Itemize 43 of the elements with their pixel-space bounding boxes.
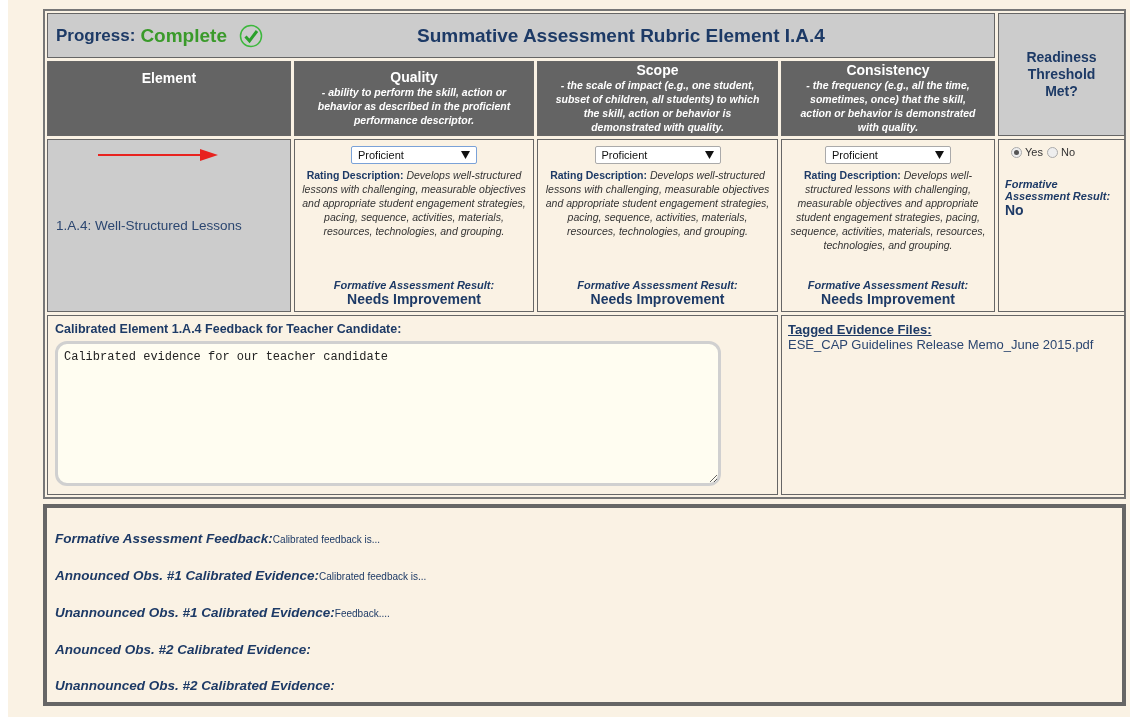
column-description: - the scale of impact (e.g., one student, subset of children, all students) to which the skill, action or behavior is demonstrated with quality. bbox=[554, 78, 761, 134]
radio-button[interactable] bbox=[1046, 146, 1058, 158]
column-description: - the frequency (e.g., all the time, sometimes, once) that the skill, action or behavior is demonstrated with quality. bbox=[799, 78, 977, 134]
caret-icon bbox=[461, 151, 470, 159]
check-icon bbox=[238, 23, 263, 48]
result-value: No bbox=[1005, 202, 1025, 218]
element-name: 1.A.4: Well-Structured Lessons bbox=[56, 218, 242, 233]
column-name: Scope bbox=[635, 63, 680, 78]
progress-status: Complete bbox=[140, 24, 227, 47]
feedback-field[interactable]: Calibrated evidence for our teacher candidate bbox=[55, 341, 721, 486]
summary-line: Anounced Obs. #2 Calibrated Evidence: bbox=[55, 641, 312, 658]
column-name: Consistency bbox=[845, 63, 931, 78]
column-description: - ability to perform the skill, action or behavior as described in the proficient performance descriptor. bbox=[316, 85, 512, 127]
feedback-label: Calibrated Element 1.A.4 Feedback for Teacher Candidate: bbox=[55, 322, 403, 336]
rating-description: Rating Description: Develops well-structured lessons with challenging, measurable objectives and appropriate student engagement strategies, pacing, sequence, activities, materials, resources, technologies, and grouping. bbox=[789, 168, 987, 253]
progress-label: Progress: bbox=[56, 25, 136, 46]
result-label: Formative Assessment Result: bbox=[577, 279, 738, 291]
summary-line: Formative Assessment Feedback:Calibrated feedback is... bbox=[55, 530, 382, 548]
evidence-heading[interactable]: Tagged Evidence Files: bbox=[788, 322, 1118, 337]
column-name: Quality bbox=[389, 70, 439, 85]
caret-icon bbox=[935, 151, 944, 159]
summary-line: Announced Obs. #1 Calibrated Evidence:Calibrated feedback is... bbox=[55, 567, 428, 585]
radio-option[interactable]: No bbox=[1046, 146, 1075, 158]
result-label: Formative Assessment Result: bbox=[1005, 178, 1112, 202]
rating-dropdown[interactable]: Proficient bbox=[825, 146, 951, 164]
result-value: Needs Improvement bbox=[347, 291, 481, 307]
caret-icon bbox=[704, 151, 714, 159]
summary-line: Unannounced Obs. #2 Calibrated Evidence: bbox=[55, 677, 336, 694]
result-value: Needs Improvement bbox=[821, 291, 955, 307]
rating-dropdown[interactable]: Proficient bbox=[594, 146, 721, 164]
summary-line: Unannounced Obs. #1 Calibrated Evidence:Feedback.... bbox=[55, 604, 391, 622]
radio-option[interactable]: Yes bbox=[1011, 146, 1043, 158]
rubric-title: Summative Assessment Rubric Element I.A.4 bbox=[416, 24, 825, 47]
result-label: Formative Assessment Result: bbox=[807, 279, 969, 291]
evidence-file[interactable]: ESE_CAP Guidelines Release Memo_June 2015.pdf bbox=[788, 337, 1118, 352]
readiness-heading: Readiness Threshold Met? bbox=[998, 13, 1125, 136]
rating-description: Rating Description: Develops well-structured lessons with challenging, measurable objectives and appropriate student engagement strategies, pacing, sequence, activities, materials, resources, technologies, and grouping. bbox=[544, 168, 771, 239]
radio-button[interactable] bbox=[1011, 146, 1022, 158]
result-value: Needs Improvement bbox=[590, 291, 725, 307]
column-name: Element bbox=[141, 70, 197, 86]
rating-dropdown[interactable]: Proficient bbox=[351, 146, 477, 164]
result-label: Formative Assessment Result: bbox=[333, 279, 495, 291]
rating-description: Rating Description: Develops well-structured lessons with challenging, measurable objectives and appropriate student engagement strategies, pacing, sequence, activities, materials, resources, technologies, and grouping. bbox=[301, 168, 527, 239]
